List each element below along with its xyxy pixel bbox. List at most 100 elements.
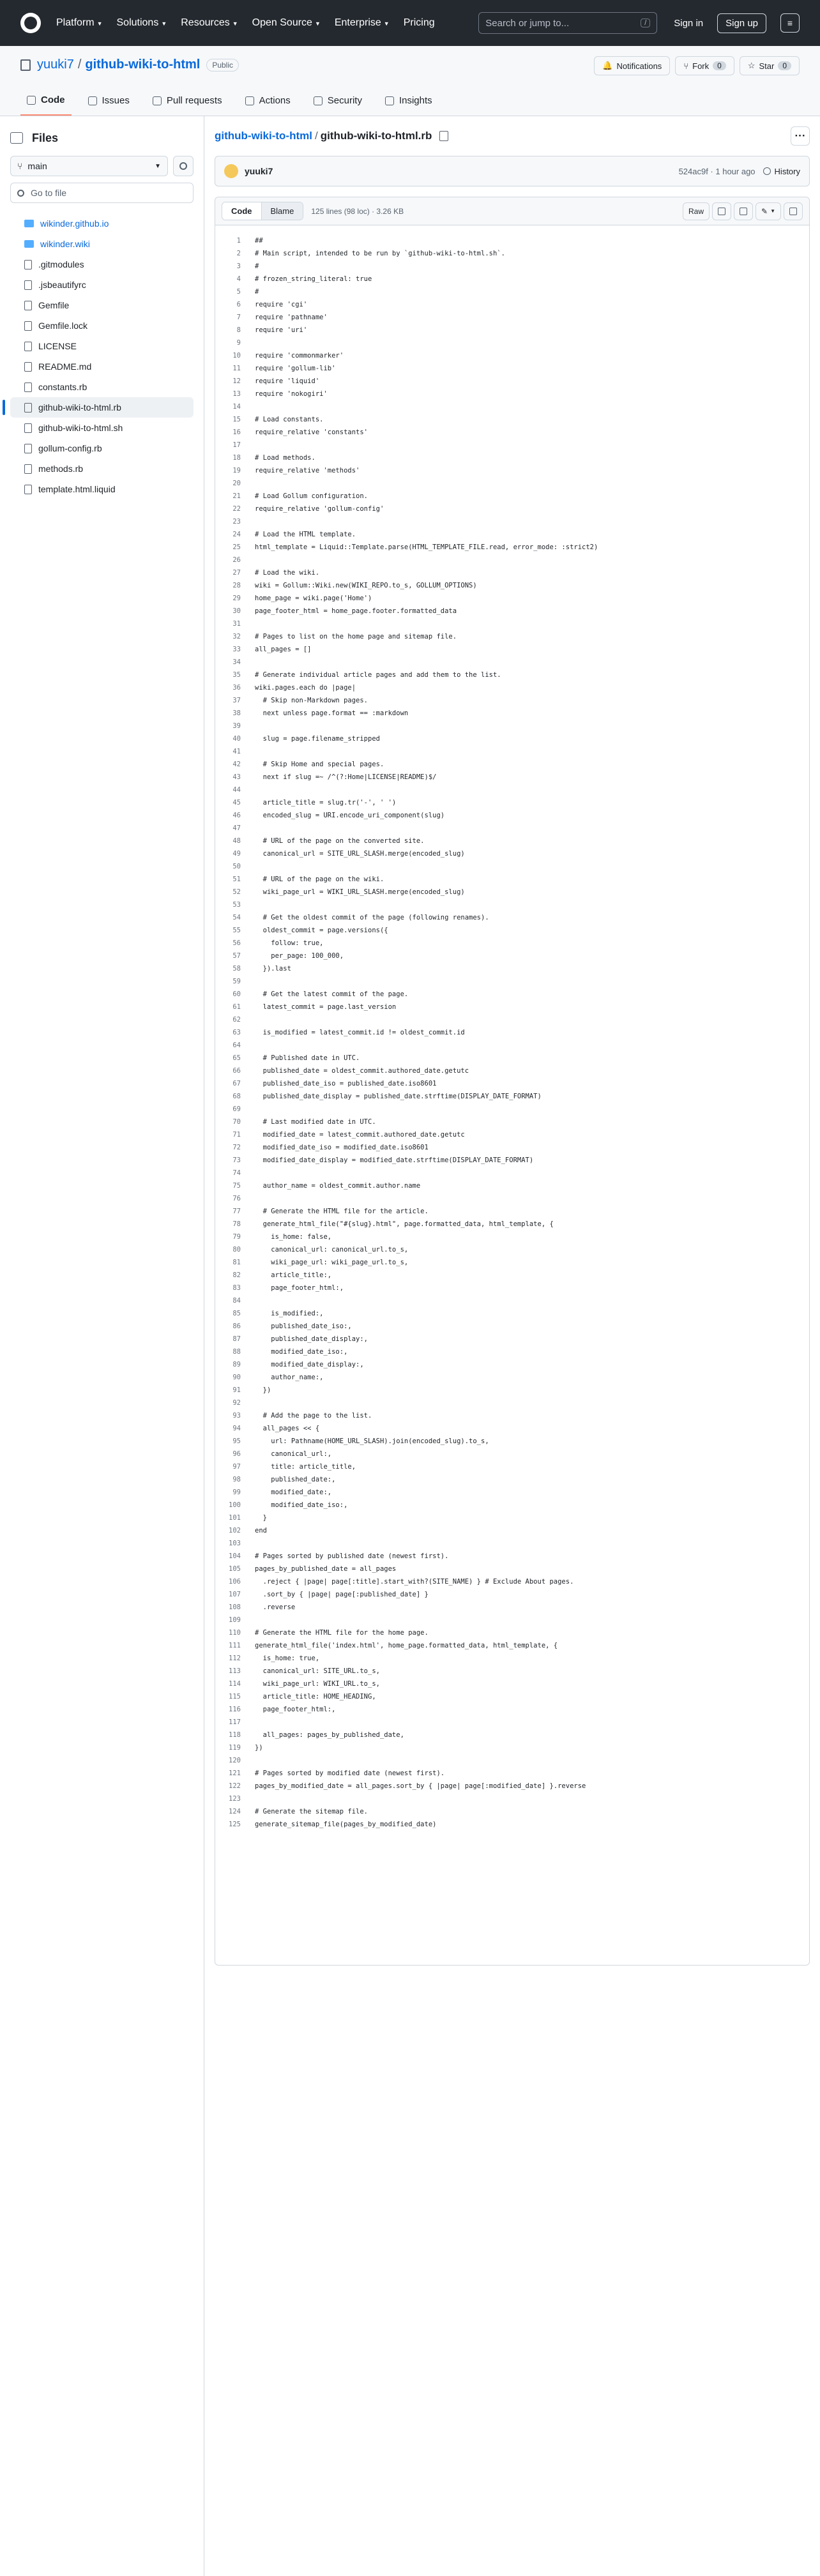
history-button[interactable]: History bbox=[763, 167, 800, 176]
nav-item-resources[interactable]: Resources bbox=[181, 17, 229, 28]
line-number[interactable]: 72 bbox=[215, 1141, 255, 1154]
line-number[interactable]: 112 bbox=[215, 1652, 255, 1665]
line-number[interactable]: 34 bbox=[215, 656, 255, 669]
line-number[interactable]: 91 bbox=[215, 1384, 255, 1397]
line-number[interactable]: 83 bbox=[215, 1282, 255, 1294]
file-tree-item[interactable]: Gemfile.lock bbox=[10, 315, 194, 336]
line-number[interactable]: 20 bbox=[215, 477, 255, 490]
nav-item-enterprise[interactable]: Enterprise bbox=[335, 17, 381, 28]
file-tree-item[interactable]: methods.rb bbox=[10, 458, 194, 479]
line-number[interactable]: 42 bbox=[215, 758, 255, 771]
line-number[interactable]: 76 bbox=[215, 1192, 255, 1205]
line-number[interactable]: 37 bbox=[215, 694, 255, 707]
line-number[interactable]: 96 bbox=[215, 1448, 255, 1460]
raw-button[interactable]: Raw bbox=[683, 202, 710, 220]
fork-button[interactable]: ⑂ Fork 0 bbox=[675, 56, 734, 75]
line-number[interactable]: 17 bbox=[215, 439, 255, 451]
sign-up-button[interactable]: Sign up bbox=[717, 13, 766, 33]
file-tree-item[interactable]: github-wiki-to-html.sh bbox=[10, 418, 194, 438]
tab-actions[interactable]: Actions bbox=[239, 95, 297, 116]
line-number[interactable]: 25 bbox=[215, 541, 255, 554]
line-number[interactable]: 110 bbox=[215, 1626, 255, 1639]
line-number[interactable]: 80 bbox=[215, 1243, 255, 1256]
tab-security[interactable]: Security bbox=[307, 95, 368, 116]
line-number[interactable]: 108 bbox=[215, 1601, 255, 1614]
line-number[interactable]: 115 bbox=[215, 1690, 255, 1703]
line-number[interactable]: 113 bbox=[215, 1665, 255, 1678]
line-number[interactable]: 63 bbox=[215, 1026, 255, 1039]
line-number[interactable]: 2 bbox=[215, 247, 255, 260]
copy-raw-button[interactable] bbox=[712, 202, 732, 220]
line-number[interactable]: 66 bbox=[215, 1064, 255, 1077]
line-number[interactable]: 21 bbox=[215, 490, 255, 503]
line-number[interactable]: 85 bbox=[215, 1307, 255, 1320]
line-number[interactable]: 93 bbox=[215, 1409, 255, 1422]
line-number[interactable]: 29 bbox=[215, 592, 255, 605]
line-number[interactable]: 100 bbox=[215, 1499, 255, 1512]
line-number[interactable]: 12 bbox=[215, 375, 255, 388]
go-to-file-input[interactable]: Go to file bbox=[10, 183, 194, 203]
line-number[interactable]: 75 bbox=[215, 1179, 255, 1192]
line-number[interactable]: 65 bbox=[215, 1052, 255, 1064]
repo-name-link[interactable]: github-wiki-to-html bbox=[85, 57, 200, 72]
line-number[interactable]: 16 bbox=[215, 426, 255, 439]
line-number[interactable]: 119 bbox=[215, 1741, 255, 1754]
line-number[interactable]: 32 bbox=[215, 630, 255, 643]
line-number[interactable]: 38 bbox=[215, 707, 255, 720]
line-number[interactable]: 6 bbox=[215, 298, 255, 311]
file-tree-item[interactable]: .gitmodules bbox=[10, 254, 194, 275]
line-number[interactable]: 97 bbox=[215, 1460, 255, 1473]
search-files-button[interactable] bbox=[173, 156, 194, 176]
line-number[interactable]: 105 bbox=[215, 1563, 255, 1575]
more-options-button[interactable]: ··· bbox=[791, 126, 810, 146]
line-number[interactable]: 121 bbox=[215, 1767, 255, 1780]
line-number[interactable]: 77 bbox=[215, 1205, 255, 1218]
tab-insights[interactable]: Insights bbox=[379, 95, 439, 116]
line-number[interactable]: 109 bbox=[215, 1614, 255, 1626]
line-number[interactable]: 7 bbox=[215, 311, 255, 324]
line-number[interactable]: 8 bbox=[215, 324, 255, 337]
line-number[interactable]: 50 bbox=[215, 860, 255, 873]
edit-button[interactable]: ✎ ▼ bbox=[755, 202, 781, 220]
line-number[interactable]: 40 bbox=[215, 732, 255, 745]
nav-item-open-source[interactable]: Open Source bbox=[252, 17, 312, 28]
line-number[interactable]: 125 bbox=[215, 1818, 255, 1831]
repo-owner-link[interactable]: yuuki7 bbox=[37, 57, 74, 72]
line-number[interactable]: 61 bbox=[215, 1001, 255, 1013]
file-tree-item[interactable]: template.html.liquid bbox=[10, 479, 194, 499]
star-button[interactable]: ☆ Star 0 bbox=[739, 56, 800, 75]
line-number[interactable]: 103 bbox=[215, 1537, 255, 1550]
download-button[interactable] bbox=[734, 202, 754, 220]
copy-path-icon[interactable] bbox=[439, 131, 449, 141]
line-number[interactable]: 123 bbox=[215, 1792, 255, 1805]
line-number[interactable]: 10 bbox=[215, 349, 255, 362]
line-number[interactable]: 117 bbox=[215, 1716, 255, 1729]
line-number[interactable]: 68 bbox=[215, 1090, 255, 1103]
line-number[interactable]: 90 bbox=[215, 1371, 255, 1384]
file-tree-item[interactable]: gollum-config.rb bbox=[10, 438, 194, 458]
line-number[interactable]: 45 bbox=[215, 796, 255, 809]
commit-meta[interactable]: 524ac9f · 1 hour ago bbox=[679, 167, 755, 176]
symbols-panel-button[interactable] bbox=[784, 202, 803, 220]
line-number[interactable]: 118 bbox=[215, 1729, 255, 1741]
search-input[interactable]: Search or jump to... / bbox=[478, 12, 658, 34]
nav-item-solutions[interactable]: Solutions bbox=[117, 17, 159, 28]
file-tree-item[interactable]: LICENSE bbox=[10, 336, 194, 356]
line-number[interactable]: 84 bbox=[215, 1294, 255, 1307]
line-number[interactable]: 104 bbox=[215, 1550, 255, 1563]
line-number[interactable]: 33 bbox=[215, 643, 255, 656]
line-number[interactable]: 54 bbox=[215, 911, 255, 924]
line-number[interactable]: 74 bbox=[215, 1167, 255, 1179]
line-number[interactable]: 64 bbox=[215, 1039, 255, 1052]
line-number[interactable]: 78 bbox=[215, 1218, 255, 1231]
line-number[interactable]: 5 bbox=[215, 285, 255, 298]
nav-item-platform[interactable]: Platform bbox=[56, 17, 95, 28]
line-number[interactable]: 107 bbox=[215, 1588, 255, 1601]
line-number[interactable]: 120 bbox=[215, 1754, 255, 1767]
file-tree-item[interactable]: README.md bbox=[10, 356, 194, 377]
line-number[interactable]: 99 bbox=[215, 1486, 255, 1499]
line-number[interactable]: 114 bbox=[215, 1678, 255, 1690]
hamburger-menu-icon[interactable]: ≡ bbox=[780, 13, 800, 33]
line-number[interactable]: 124 bbox=[215, 1805, 255, 1818]
tab-code[interactable]: Code bbox=[20, 95, 72, 116]
